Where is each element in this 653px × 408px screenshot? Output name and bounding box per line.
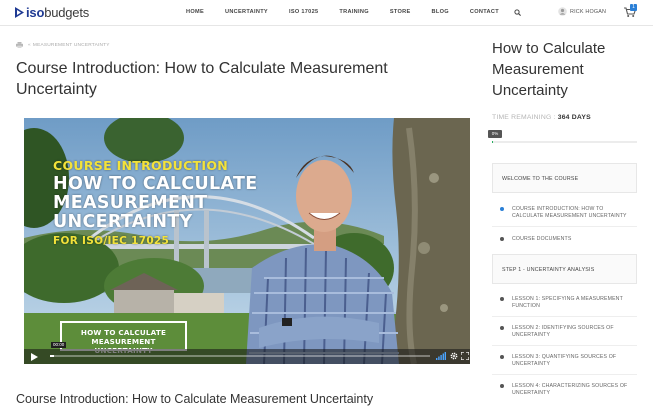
play-icon: [30, 352, 38, 361]
sidebar-lesson-label: LESSON 1: SPECIFYING A MEASUREMENT FUNCT…: [512, 296, 623, 309]
sidebar-lesson-4[interactable]: LESSON 4: CHARACTERIZING SOURCES OF UNCE…: [500, 383, 637, 397]
course-progress-fill: [492, 141, 494, 143]
video-box-line1: HOW TO CALCULATE: [80, 328, 167, 337]
sidebar-lesson-1[interactable]: LESSON 1: SPECIFYING A MEASUREMENT FUNCT…: [500, 296, 637, 310]
lesson-status-dot-icon: [500, 355, 504, 359]
video-title-line1: HOW TO CALCULATE: [53, 174, 258, 194]
sidebar-lesson-label: LESSON 3: QUANTIFYING SOURCES OF UNCERTA…: [512, 354, 617, 367]
sidebar-divider: [492, 316, 637, 317]
cart-count-badge: 1: [630, 4, 637, 11]
sidebar-lesson-course-documents[interactable]: COURSE DOCUMENTS: [500, 236, 637, 243]
lesson-status-dot-icon: [500, 207, 504, 211]
lesson-status-dot-icon: [500, 237, 504, 241]
video-scrubber-fill: [50, 355, 54, 357]
print-icon[interactable]: [16, 42, 23, 48]
logo-budgets-text: budgets: [44, 4, 90, 20]
video-title-box: HOW TO CALCULATE MEASUREMENT UNCERTAINTY: [60, 321, 187, 355]
sidebar-lesson-label: LESSON 2: IDENTIFYING SOURCES OF UNCERTA…: [512, 325, 614, 338]
breadcrumb: « MEASUREMENT UNCERTAINTY: [16, 42, 110, 48]
play-button[interactable]: [24, 349, 44, 364]
gear-icon[interactable]: [450, 352, 458, 360]
course-progress-bar: [492, 141, 637, 143]
sidebar-section-step-1[interactable]: STEP 1 - UNCERTAINTY ANALYSIS: [492, 254, 637, 284]
nav-iso-17025[interactable]: ISO 17025: [289, 9, 318, 16]
nav-store[interactable]: STORE: [390, 9, 411, 16]
fullscreen-icon[interactable]: [461, 352, 469, 360]
sidebar-lesson-course-intro[interactable]: COURSE INTRODUCTION: HOW TO CALCULATE ME…: [500, 206, 637, 220]
time-remaining: TIME REMAINING : 364 DAYS: [492, 114, 591, 121]
volume-icon[interactable]: [436, 352, 446, 360]
lesson-status-dot-icon: [500, 384, 504, 388]
sidebar-lesson-2[interactable]: LESSON 2: IDENTIFYING SOURCES OF UNCERTA…: [500, 325, 637, 339]
time-remaining-value: 364 DAYS: [557, 114, 591, 121]
site-header: iso budgets HOME UNCERTAINTY ISO 17025 TR…: [0, 0, 653, 26]
sidebar-section-welcome[interactable]: WELCOME TO THE COURSE: [492, 163, 637, 193]
nav-training[interactable]: TRAINING: [339, 9, 368, 16]
sidebar-lesson-label: LESSON 4: CHARACTERIZING SOURCES OF UNCE…: [512, 383, 628, 396]
time-remaining-label: TIME REMAINING :: [492, 114, 556, 121]
main-nav: HOME UNCERTAINTY ISO 17025 TRAINING STOR…: [186, 9, 521, 16]
user-name: RICK HOGAN: [570, 8, 607, 15]
nav-blog[interactable]: BLOG: [432, 9, 449, 16]
page-title: Course Introduction: How to Calculate Me…: [16, 60, 388, 98]
logo-mark-icon: [15, 6, 24, 18]
video-title-line3: UNCERTAINTY: [53, 212, 193, 232]
nav-contact[interactable]: CONTACT: [470, 9, 499, 16]
sidebar-divider: [492, 374, 637, 375]
breadcrumb-course-link[interactable]: MEASUREMENT UNCERTAINTY: [33, 43, 110, 48]
sidebar-lesson-3[interactable]: LESSON 3: QUANTIFYING SOURCES OF UNCERTA…: [500, 354, 637, 368]
video-scrubber[interactable]: [50, 355, 430, 357]
video-time: 00:00: [51, 342, 67, 348]
lesson-status-dot-icon: [500, 297, 504, 301]
sidebar-lesson-label: COURSE DOCUMENTS: [512, 236, 572, 242]
breadcrumb-back[interactable]: «: [28, 43, 31, 48]
video-subtitle: FOR ISO/IEC 17025: [53, 235, 170, 247]
user-menu[interactable]: RICK HOGAN: [558, 7, 606, 16]
lesson-status-dot-icon: [500, 326, 504, 330]
sidebar-divider: [492, 345, 637, 346]
search-icon[interactable]: [514, 9, 521, 16]
site-logo[interactable]: iso budgets: [15, 4, 90, 20]
sidebar-course-title[interactable]: How to Calculate Measurement Uncertainty: [492, 38, 642, 101]
nav-home[interactable]: HOME: [186, 9, 204, 16]
video-player[interactable]: COURSE INTRODUCTION HOW TO CALCULATE MEA…: [24, 118, 470, 364]
video-kicker: COURSE INTRODUCTION: [53, 158, 229, 173]
lesson-heading: Course Introduction: How to Calculate Me…: [16, 392, 374, 406]
video-title-line2: MEASUREMENT: [53, 193, 208, 213]
sidebar-divider: [492, 226, 637, 227]
video-controls: 00:00: [24, 342, 470, 364]
sidebar-lesson-label: COURSE INTRODUCTION: HOW TO CALCULATE ME…: [512, 206, 627, 219]
logo-iso-text: iso: [26, 4, 45, 20]
user-avatar-icon: [558, 7, 567, 16]
nav-uncertainty[interactable]: UNCERTAINTY: [225, 9, 268, 16]
progress-percent-badge: 0%: [488, 130, 502, 138]
